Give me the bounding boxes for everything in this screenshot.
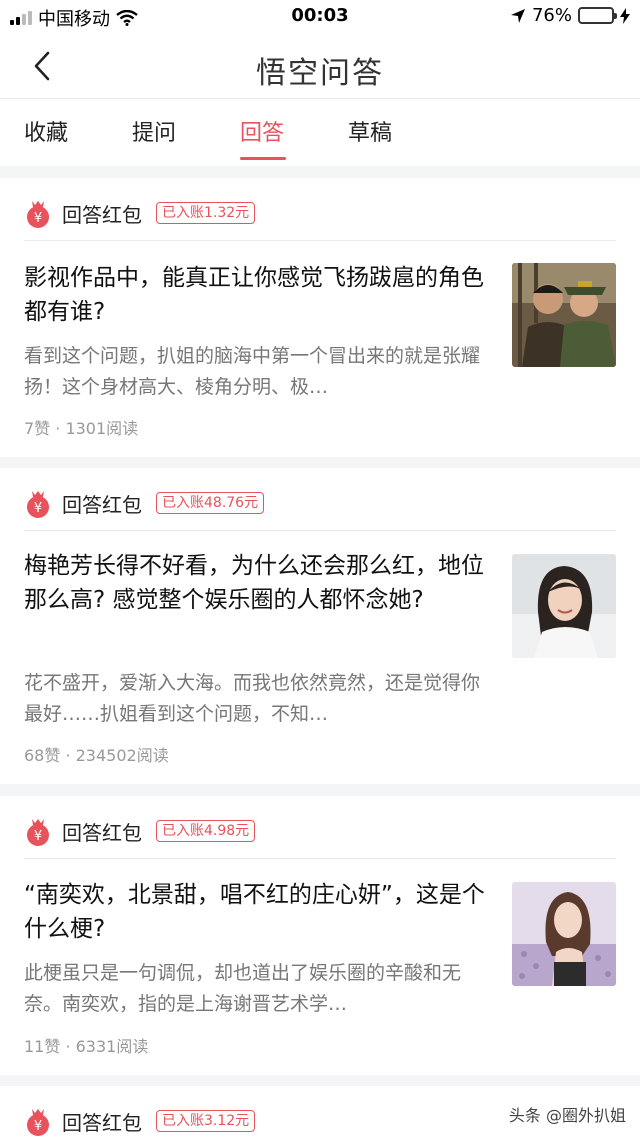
battery-percent: 76% (531, 5, 572, 26)
hongbao-row: ¥ 回答红包 已入账3.12元 (24, 1104, 256, 1138)
svg-text:¥: ¥ (34, 211, 42, 226)
page-title: 悟空问答 (256, 56, 384, 91)
answer-thumbnail[interactable] (512, 882, 616, 986)
hongbao-row: ¥ 回答红包 已入账1.32元 (24, 196, 256, 230)
hongbao-label: 回答红包 (62, 1110, 142, 1135)
active-tab-indicator (240, 157, 286, 160)
tab-questions[interactable]: 提问 (132, 115, 176, 147)
earnings-badge: 已入账48.76元 (156, 492, 265, 514)
tab-bar: 收藏 提问 回答 草稿 (0, 98, 640, 166)
divider (24, 858, 616, 859)
nav-bar: 悟空问答 (0, 34, 640, 98)
status-right: 76% (510, 5, 630, 26)
location-arrow-icon (510, 8, 525, 23)
hongbao-label: 回答红包 (62, 820, 142, 845)
earnings-badge: 已入账3.12元 (156, 1110, 256, 1132)
answer-stats: 68赞 · 234502阅读 (24, 746, 169, 765)
red-envelope-icon: ¥ (27, 819, 49, 846)
earnings-badge: 已入账1.32元 (156, 202, 256, 224)
svg-text:¥: ¥ (34, 829, 42, 844)
divider (24, 240, 616, 241)
answer-excerpt: 看到这个问题，扒姐的脑海中第一个冒出来的就是张耀扬！这个身材高大、棱角分明、极… (24, 345, 481, 398)
red-envelope-icon: ¥ (27, 201, 49, 228)
question-title[interactable]: 影视作品中，能真正让你感觉飞扬跋扈的角色都有谁? (24, 261, 500, 329)
tab-favorites[interactable]: 收藏 (24, 115, 68, 147)
answer-card[interactable]: ¥ 回答红包 已入账4.98元 “南奕欢，北景甜，唱不红的庄心妍”，这是个什么梗… (0, 796, 640, 1075)
answer-excerpt: 此梗虽只是一句调侃，却也道出了娱乐圈的辛酸和无奈。南奕欢，指的是上海谢晋艺术学… (24, 962, 462, 1015)
thumbnail-image-girl-flowers (512, 882, 616, 986)
status-bar: 中国移动 00:03 76% (0, 0, 640, 34)
hongbao-row: ¥ 回答红包 已入账4.98元 (24, 814, 256, 848)
hongbao-label: 回答红包 (62, 492, 142, 517)
red-envelope-icon: ¥ (27, 491, 49, 518)
answer-card[interactable]: ¥ 回答红包 已入账48.76元 梅艳芳长得不好看，为什么还会那么红，地位那么高… (0, 468, 640, 784)
answer-thumbnail[interactable] (512, 554, 616, 658)
thumbnail-image-woman (512, 554, 616, 658)
svg-text:¥: ¥ (34, 501, 42, 516)
svg-text:¥: ¥ (34, 1119, 42, 1134)
hongbao-row: ¥ 回答红包 已入账48.76元 (24, 486, 265, 520)
answer-thumbnail[interactable] (512, 263, 616, 367)
question-title[interactable]: 梅艳芳长得不好看，为什么还会那么红，地位那么高? 感觉整个娱乐圈的人都怀念她? (24, 549, 500, 617)
earnings-badge: 已入账4.98元 (156, 820, 256, 842)
question-title[interactable]: “南奕欢，北景甜，唱不红的庄心妍”，这是个什么梗? (24, 878, 500, 946)
watermark: 头条 @圈外扒姐 (508, 1106, 626, 1125)
answer-stats: 11赞 · 6331阅读 (24, 1037, 149, 1056)
answer-excerpt: 花不盛开，爱渐入大海。而我也依然竟然，还是觉得你最好……扒姐看到这个问题，不知… (24, 672, 481, 725)
charging-bolt-icon (620, 7, 630, 24)
tab-drafts[interactable]: 草稿 (348, 115, 392, 147)
hongbao-label: 回答红包 (62, 202, 142, 227)
answer-stats: 7赞 · 1301阅读 (24, 419, 139, 438)
answer-card[interactable]: ¥ 回答红包 已入账1.32元 影视作品中，能真正让你感觉飞扬跋扈的角色都有谁?… (0, 178, 640, 457)
battery-icon (578, 7, 617, 24)
divider (24, 530, 616, 531)
thumbnail-image-two-men (512, 263, 616, 367)
tab-answers[interactable]: 回答 (240, 115, 284, 147)
red-envelope-icon: ¥ (27, 1109, 49, 1136)
